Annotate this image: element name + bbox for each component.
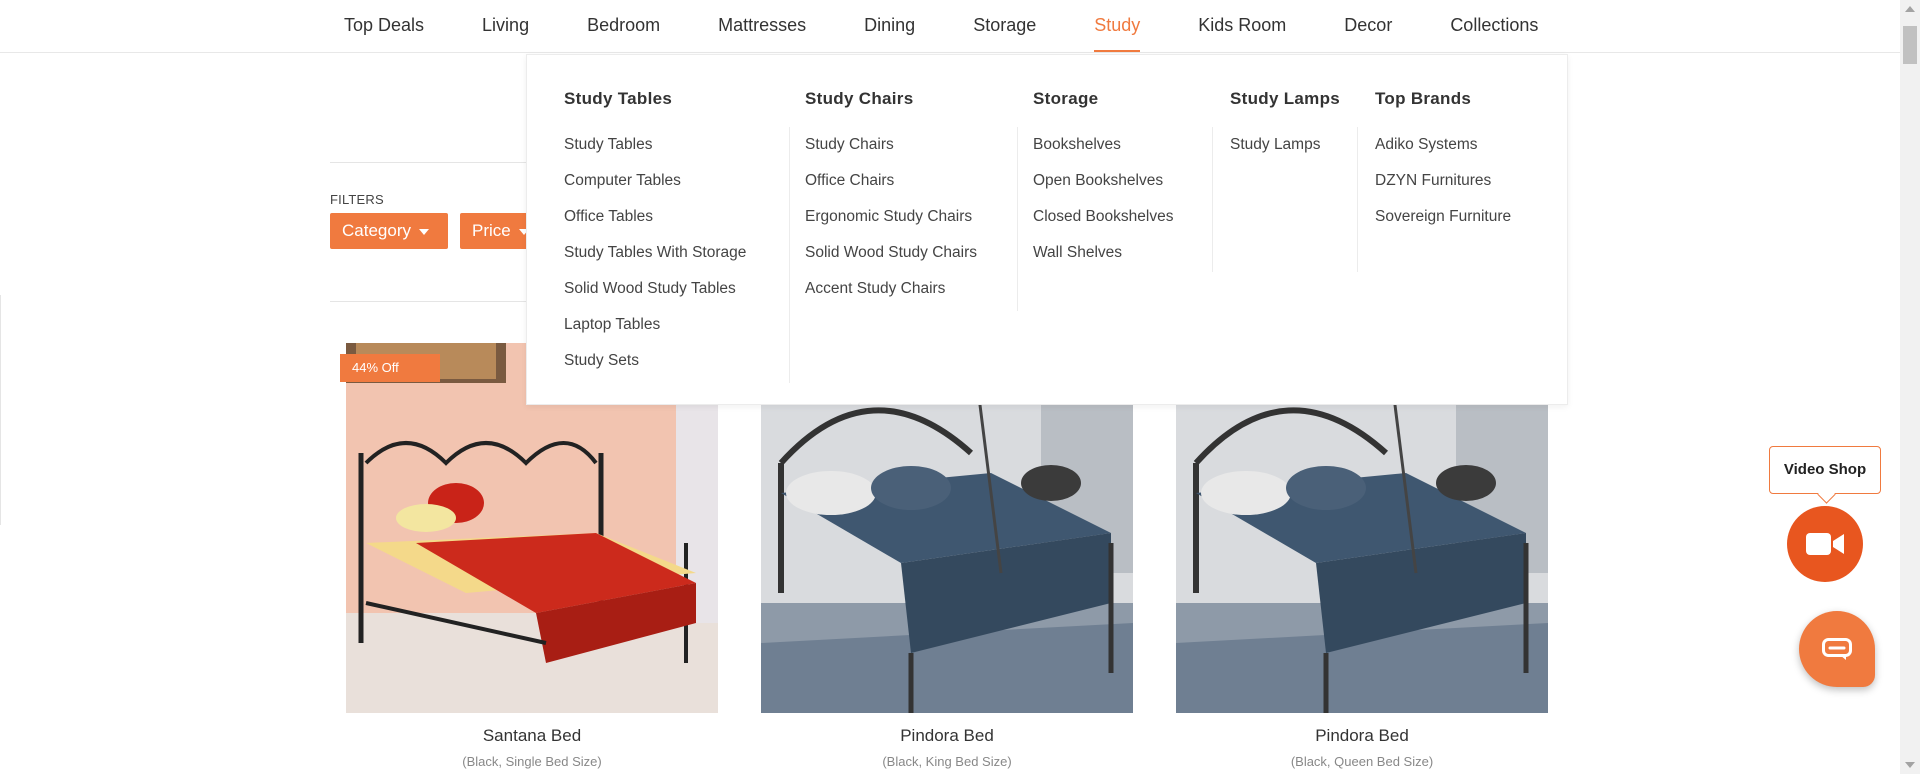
nav-kids-room[interactable]: Kids Room xyxy=(1169,0,1315,53)
menu-link[interactable]: Wall Shelves xyxy=(1033,235,1213,271)
menu-link[interactable]: Office Tables xyxy=(564,199,781,235)
menu-link[interactable]: Closed Bookshelves xyxy=(1033,199,1213,235)
category-menu: Top Deals Living Bedroom Mattresses Dini… xyxy=(315,0,1567,53)
menu-link[interactable]: Solid Wood Study Chairs xyxy=(805,235,1020,271)
product-card[interactable]: Pindora Bed (Black, Queen Bed Size) xyxy=(1176,343,1548,769)
scroll-up-arrow-icon[interactable] xyxy=(1905,6,1915,12)
menu-link[interactable]: DZYN Furnitures xyxy=(1375,163,1537,199)
menu-link[interactable]: Accent Study Chairs xyxy=(805,271,1020,307)
menu-link[interactable]: Study Chairs xyxy=(805,127,1020,163)
product-name[interactable]: Santana Bed xyxy=(346,726,718,746)
menu-column-study-chairs: Study Chairs Study Chairs Office Chairs … xyxy=(789,85,1020,363)
menu-column-top-brands: Top Brands Adiko Systems DZYN Furnitures… xyxy=(1357,85,1537,235)
filters-label: FILTERS xyxy=(330,192,384,207)
menu-link[interactable]: Bookshelves xyxy=(1033,127,1213,163)
nav-study[interactable]: Study xyxy=(1065,0,1169,53)
menu-column-heading[interactable]: Study Lamps xyxy=(1230,85,1357,127)
top-navigation: Top Deals Living Bedroom Mattresses Dini… xyxy=(0,0,1900,53)
video-shop-button[interactable] xyxy=(1787,506,1863,582)
video-shop-tooltip[interactable]: Video Shop xyxy=(1769,446,1881,494)
price-filter-label: Price xyxy=(472,221,511,240)
menu-link[interactable]: Open Bookshelves xyxy=(1033,163,1213,199)
menu-column-heading[interactable]: Study Chairs xyxy=(805,85,1020,127)
discount-badge: 44% Off xyxy=(340,354,440,382)
menu-link[interactable]: Laptop Tables xyxy=(564,307,781,343)
nav-decor[interactable]: Decor xyxy=(1315,0,1421,53)
nav-living[interactable]: Living xyxy=(453,0,558,53)
menu-link[interactable]: Sovereign Furniture xyxy=(1375,199,1537,235)
page-scrollbar[interactable] xyxy=(1900,0,1920,774)
study-mega-menu: Study Tables Study Tables Computer Table… xyxy=(526,54,1568,405)
nav-top-deals[interactable]: Top Deals xyxy=(315,0,453,53)
menu-column-study-tables: Study Tables Study Tables Computer Table… xyxy=(564,85,781,369)
nav-collections[interactable]: Collections xyxy=(1421,0,1567,53)
left-edge-line xyxy=(0,295,1,525)
product-variant: (Black, King Bed Size) xyxy=(882,754,1012,769)
chat-bubble-icon xyxy=(1822,638,1852,660)
scroll-down-arrow-icon[interactable] xyxy=(1905,762,1915,768)
nav-mattresses[interactable]: Mattresses xyxy=(689,0,835,53)
menu-column-storage: Storage Bookshelves Open Bookshelves Clo… xyxy=(1017,85,1213,292)
nav-bedroom[interactable]: Bedroom xyxy=(558,0,689,53)
menu-link[interactable]: Study Lamps xyxy=(1230,127,1357,163)
menu-column-heading[interactable]: Study Tables xyxy=(564,85,781,127)
menu-link[interactable]: Study Tables xyxy=(564,127,781,163)
menu-link[interactable]: Study Sets xyxy=(564,343,781,379)
scroll-thumb[interactable] xyxy=(1903,26,1917,64)
nav-dining[interactable]: Dining xyxy=(835,0,944,53)
caret-down-icon xyxy=(418,228,429,235)
menu-column-heading[interactable]: Storage xyxy=(1033,85,1213,127)
product-card[interactable]: Santana Bed (Black, Single Bed Size) xyxy=(346,343,718,769)
menu-column-heading[interactable]: Top Brands xyxy=(1375,85,1537,127)
product-variant: (Black, Queen Bed Size) xyxy=(1290,754,1434,769)
menu-link[interactable]: Adiko Systems xyxy=(1375,127,1537,163)
product-name[interactable]: Pindora Bed xyxy=(761,726,1133,746)
nav-storage[interactable]: Storage xyxy=(944,0,1065,53)
menu-link[interactable]: Solid Wood Study Tables xyxy=(564,271,781,307)
product-name[interactable]: Pindora Bed xyxy=(1176,726,1548,746)
menu-link[interactable]: Computer Tables xyxy=(564,163,781,199)
chat-button[interactable] xyxy=(1799,611,1875,687)
category-filter-button[interactable]: Category xyxy=(330,213,448,249)
product-card[interactable]: Pindora Bed (Black, King Bed Size) xyxy=(761,343,1133,769)
menu-link[interactable]: Office Chairs xyxy=(805,163,1020,199)
video-camera-icon xyxy=(1806,533,1844,555)
menu-link[interactable]: Study Tables With Storage xyxy=(564,235,781,271)
menu-link[interactable]: Ergonomic Study Chairs xyxy=(805,199,1020,235)
product-variant: (Black, Single Bed Size) xyxy=(462,754,602,769)
category-filter-label: Category xyxy=(342,221,411,240)
menu-column-study-lamps: Study Lamps Study Lamps xyxy=(1212,85,1357,233)
